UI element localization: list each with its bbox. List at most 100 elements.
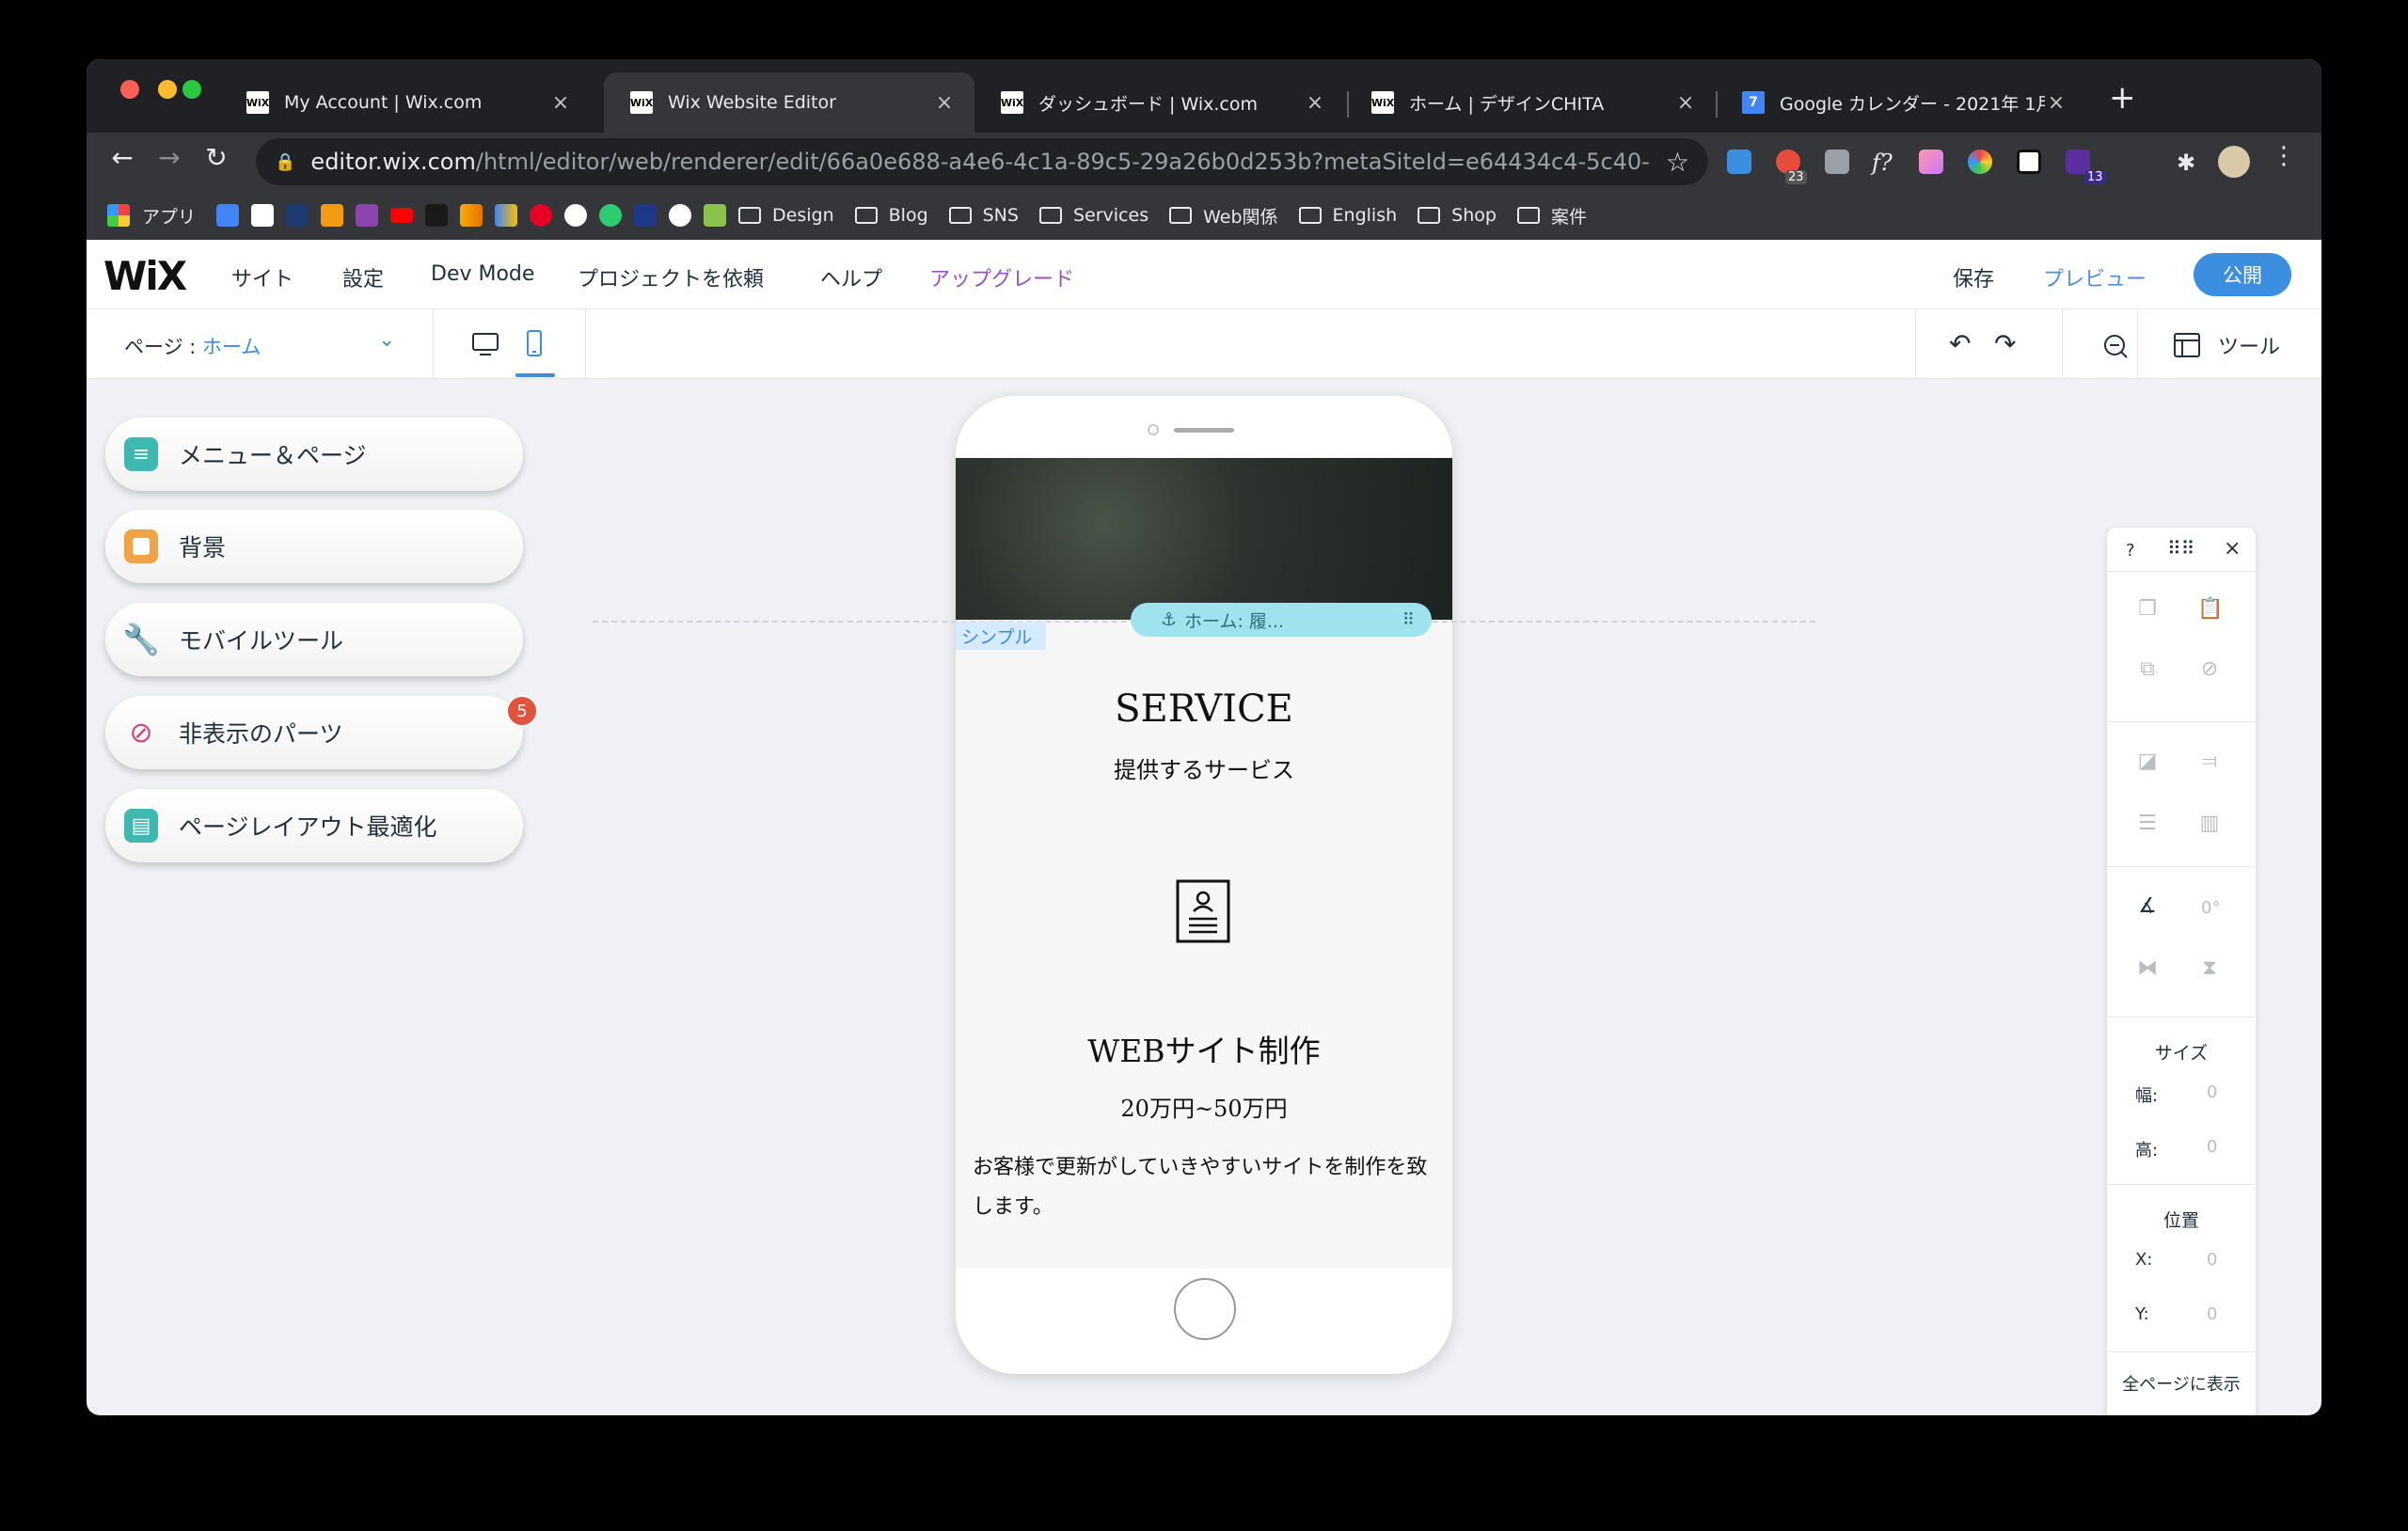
preview-button[interactable]: プレビュー	[2043, 262, 2147, 292]
mobile-tools-button[interactable]: 🔧 モバイルツール	[105, 603, 523, 676]
align-icon[interactable]: ⫤	[2197, 750, 2222, 774]
color-wheel-extension-icon[interactable]	[1968, 150, 1992, 174]
kebab-menu-icon[interactable]: ⋮	[2265, 142, 2303, 170]
codepen-bookmark-icon[interactable]	[669, 204, 692, 227]
tools-icon[interactable]	[2173, 332, 2201, 358]
hide-icon[interactable]: ⊘	[2197, 657, 2222, 682]
back-icon[interactable]: ←	[103, 142, 141, 173]
close-window-button[interactable]	[120, 80, 139, 99]
help-icon[interactable]: ?	[2126, 541, 2135, 560]
youtube-bookmark-icon[interactable]	[390, 208, 414, 223]
function-extension-icon[interactable]: f?	[1872, 150, 1896, 176]
forward-icon[interactable]: →	[150, 142, 188, 173]
menu-dev-mode[interactable]: Dev Mode	[431, 262, 534, 286]
mobile-view-icon[interactable]	[517, 328, 551, 360]
bookmark-apps[interactable]: アプリ	[107, 203, 196, 229]
duplicate-icon[interactable]: ⧉	[2135, 657, 2160, 682]
close-icon[interactable]: ×	[2224, 537, 2241, 560]
desktop-view-icon[interactable]	[468, 328, 502, 360]
tab-my-account[interactable]: WiX My Account | Wix.com ×	[220, 72, 591, 133]
publish-button[interactable]: 公開	[2194, 253, 2291, 296]
bookmark-folder-blog[interactable]: Blog	[854, 205, 928, 226]
menu-settings[interactable]: 設定	[342, 262, 384, 292]
menus-pages-button[interactable]: ≡ メニュー＆ページ	[105, 418, 523, 491]
anchor-label[interactable]: ⚓ ホーム: 履... ⠿	[1131, 603, 1432, 637]
profile-avatar[interactable]	[2218, 146, 2250, 178]
copy-icon[interactable]: ❐	[2135, 597, 2160, 622]
y-input[interactable]: 0	[2207, 1304, 2217, 1324]
image-bookmark-icon[interactable]	[704, 204, 727, 227]
section-tag[interactable]: シンプル	[956, 622, 1046, 650]
address-bar[interactable]: 🔒 editor.wix.com/html/editor/web/rendere…	[256, 138, 1708, 185]
save-button[interactable]: 保存	[1953, 262, 1994, 292]
gradient-extension-icon[interactable]	[1919, 150, 1943, 174]
menu-hire-project[interactable]: プロジェクトを依頼	[578, 262, 764, 292]
chevron-down-icon[interactable]: ⌄	[378, 328, 395, 352]
calendar-bookmark-icon[interactable]	[216, 204, 240, 227]
bookmark-folder-shop[interactable]: Shop	[1418, 205, 1497, 226]
paste-icon[interactable]: 📋	[2197, 597, 2223, 622]
bookmark-folder-sns[interactable]: SNS	[948, 205, 1019, 226]
bookmark-folder-design[interactable]: Design	[738, 205, 834, 226]
height-input[interactable]: 0	[2207, 1137, 2217, 1157]
bookmark-folder-english[interactable]: English	[1298, 205, 1397, 226]
drag-handle-icon[interactable]: ⠿	[1402, 610, 1415, 630]
minimize-window-button[interactable]	[158, 80, 177, 99]
l-bookmark-icon[interactable]	[634, 204, 657, 227]
background-button[interactable]: 背景	[105, 510, 523, 583]
rotate-icon[interactable]: ∡	[2135, 894, 2160, 919]
bookmark-star-icon[interactable]: ☆	[1666, 147, 1689, 178]
reload-icon[interactable]: ↻	[198, 142, 235, 173]
drag-panel-icon[interactable]: ⠿⠿	[2167, 537, 2194, 560]
orange-bookmark-icon[interactable]	[321, 204, 344, 227]
zoom-out-icon[interactable]	[2101, 332, 2130, 360]
github-bookmark-icon[interactable]	[564, 204, 588, 227]
hidden-elements-button[interactable]: ⊘ 非表示のパーツ	[105, 696, 523, 769]
tab-wix-editor[interactable]: WiX Wix Website Editor ×	[604, 72, 974, 133]
ads-bookmark-icon[interactable]	[495, 204, 518, 227]
flip-horizontal-icon[interactable]: ⧓	[2135, 956, 2160, 981]
bookmark-folder-projects[interactable]: 案件	[1516, 203, 1587, 229]
undo-icon[interactable]: ↶	[1949, 328, 1971, 359]
close-tab-icon[interactable]: ×	[1304, 91, 1326, 115]
show-on-all-pages-button[interactable]: 全ページに表示	[2116, 1372, 2246, 1398]
new-tab-button[interactable]: +	[2109, 82, 2136, 114]
arrange-icon[interactable]: ◪	[2135, 750, 2160, 774]
distribute-icon[interactable]: ☰	[2135, 812, 2160, 836]
tab-home-design-chita[interactable]: WiX ホーム | デザインCHITA ×	[1345, 72, 1716, 133]
layout-optimizer-button[interactable]: ▤ ページレイアウト最適化	[105, 789, 523, 862]
close-tab-icon[interactable]: ×	[1674, 91, 1697, 115]
close-tab-icon[interactable]: ×	[2045, 91, 2067, 115]
x-input[interactable]: 0	[2207, 1250, 2217, 1270]
notion-extension-icon[interactable]	[2017, 150, 2041, 174]
tab-google-calendar[interactable]: 7 Google カレンダー - 2021年 1月 ×	[1716, 72, 2086, 133]
camera-extension-icon[interactable]	[1825, 150, 1849, 174]
bookmark-folder-web[interactable]: Web関係	[1169, 203, 1278, 229]
menu-help[interactable]: ヘルプ	[820, 262, 882, 292]
close-tab-icon[interactable]: ×	[549, 91, 572, 115]
puzzle-extensions-icon[interactable]: ✱	[2177, 150, 2201, 176]
analytics-bookmark-icon[interactable]	[460, 204, 483, 227]
download-extension-icon[interactable]	[1727, 150, 1751, 174]
purple-bookmark-icon[interactable]	[356, 204, 379, 227]
width-input[interactable]: 0	[2207, 1082, 2217, 1102]
maximize-window-button[interactable]	[182, 80, 201, 99]
menu-site[interactable]: サイト	[231, 262, 293, 292]
tab-dashboard[interactable]: WiX ダッシュボード | Wix.com ×	[974, 72, 1345, 133]
qr-bookmark-icon[interactable]	[251, 204, 275, 227]
match-size-icon[interactable]: ▥	[2197, 812, 2222, 836]
h-bookmark-icon[interactable]	[425, 204, 449, 227]
rotation-value[interactable]: 0°	[2201, 898, 2220, 918]
redo-icon[interactable]: ↷	[1994, 328, 2016, 359]
bookmark-folder-services[interactable]: Services	[1038, 205, 1149, 226]
flip-vertical-icon[interactable]: ⧗	[2197, 956, 2222, 981]
page-selector[interactable]: ページ : ホーム	[124, 332, 261, 360]
green-bookmark-icon[interactable]	[599, 204, 623, 227]
menu-upgrade[interactable]: アップグレード	[929, 262, 1074, 292]
close-tab-icon[interactable]: ×	[933, 91, 956, 115]
tools-button[interactable]: ツール	[2218, 330, 2280, 360]
bird-bookmark-icon[interactable]	[286, 204, 309, 227]
url-text[interactable]: editor.wix.com/html/editor/web/renderer/…	[310, 149, 1650, 175]
wix-logo[interactable]: WiX	[103, 253, 187, 299]
pinterest-bookmark-icon[interactable]	[530, 204, 553, 227]
